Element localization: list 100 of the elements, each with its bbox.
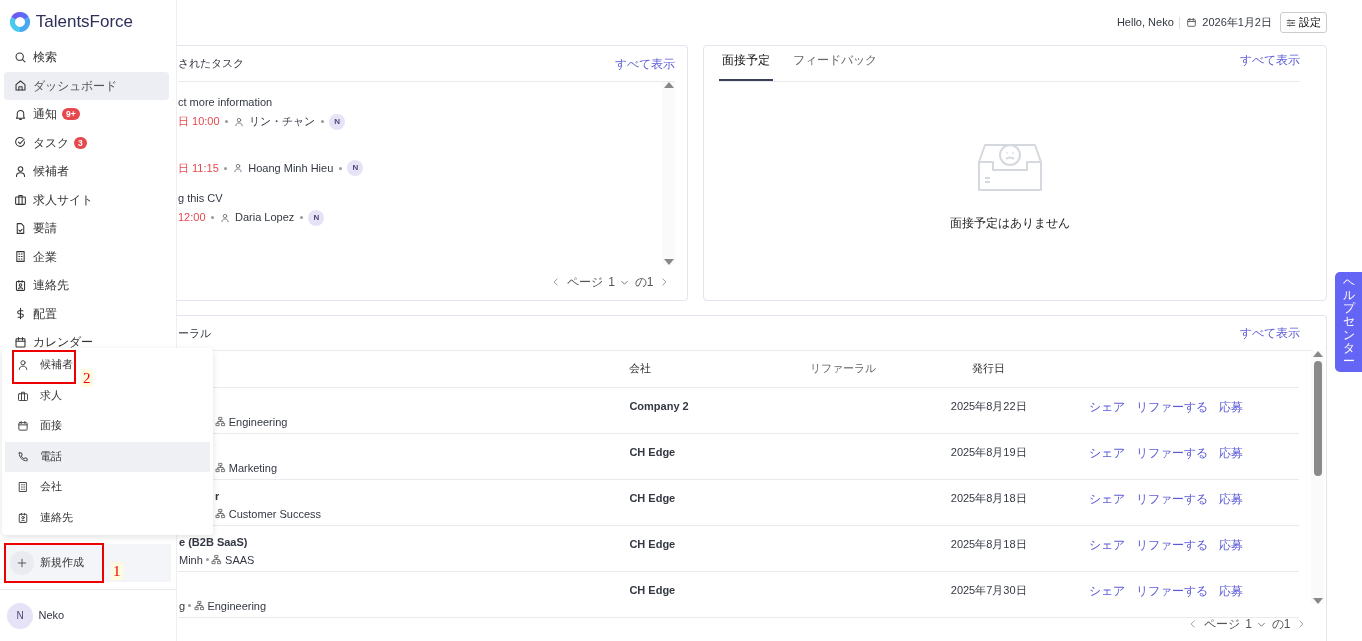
page-total: の1 (1271, 616, 1291, 633)
person-icon (14, 164, 27, 178)
issue-date: 2025年8月18日 (950, 537, 1027, 550)
empty-inbox-icon (976, 142, 1043, 192)
column-header: 会社 (628, 351, 809, 387)
action-link[interactable]: シェア (1088, 397, 1125, 416)
owner-name: Minh (179, 552, 203, 568)
house-icon (14, 79, 27, 93)
page-select[interactable]: 1 (1245, 615, 1252, 633)
task-title[interactable]: g this CV (178, 190, 662, 207)
check-circle-icon (14, 136, 27, 150)
separator-dot (338, 166, 342, 170)
job-title[interactable]: e (B2B SaaS) (179, 535, 628, 549)
action-link[interactable]: リファーする (1135, 489, 1208, 508)
action-link[interactable]: リファーする (1135, 443, 1208, 462)
job-title[interactable]: r (215, 489, 628, 503)
calendar-icon (1185, 17, 1197, 28)
next-page-icon[interactable] (659, 277, 669, 287)
contact-card-icon (14, 278, 27, 292)
next-page-icon[interactable] (1296, 619, 1306, 629)
calendar-icon (17, 420, 29, 433)
sidebar-item[interactable]: 求人サイト (4, 185, 169, 214)
tab[interactable]: フィードバック (789, 45, 880, 81)
department-text: Engineering (228, 414, 288, 430)
phone-icon (17, 450, 29, 463)
task-title[interactable]: ct more information (178, 94, 662, 111)
action-link[interactable]: 応募 (1218, 489, 1243, 508)
page-select[interactable]: 1 (608, 273, 615, 291)
separator-dot (225, 120, 229, 123)
issue-date: 2025年8月19日 (950, 445, 1027, 458)
search-icon (14, 50, 27, 64)
sidebar-item[interactable]: 企業 (4, 242, 169, 271)
person-icon (17, 359, 29, 372)
view-all-link[interactable]: すべて表示 (1240, 324, 1300, 342)
person-icon (233, 116, 244, 127)
settings-icon (1286, 17, 1297, 28)
owner-avatar: N (347, 160, 364, 176)
date-text: 2026年1月2日 (1202, 15, 1272, 31)
person-icon (219, 212, 230, 223)
action-link[interactable]: シェア (1088, 489, 1125, 508)
company-name: CH Edge (629, 583, 676, 596)
sidebar-item[interactable]: 候補者 (4, 157, 169, 186)
scrollbar[interactable] (662, 82, 675, 265)
help-center-tab[interactable]: ヘルプセンター (1335, 272, 1362, 372)
briefcase-icon (14, 193, 27, 207)
action-link[interactable]: 応募 (1218, 443, 1243, 462)
user-avatar[interactable]: N (7, 602, 33, 629)
sidebar-item[interactable]: 配置 (4, 299, 169, 328)
column-header: 発行日 (928, 351, 1049, 387)
sidebar-item[interactable]: タスク 3 (4, 128, 169, 157)
user-name: Neko (38, 608, 65, 624)
assignee-name: Daria Lopez (235, 210, 295, 226)
owner-avatar: N (308, 209, 325, 226)
page-label: ページ (1203, 616, 1240, 633)
empty-state-text: 面接予定はありません (949, 215, 1070, 232)
annotation-box (12, 350, 76, 384)
issue-date: 2025年8月22日 (950, 399, 1027, 412)
calendar-icon (14, 335, 27, 349)
company-name: CH Edge (629, 491, 676, 504)
scrollbar[interactable] (1311, 351, 1324, 604)
sidebar-item[interactable]: 要請 (4, 214, 169, 243)
action-link[interactable]: 応募 (1218, 535, 1243, 554)
sidebar-item[interactable]: ダッシュボード (4, 71, 169, 100)
card-title: ーラル (178, 325, 211, 341)
separator-dot (187, 604, 191, 608)
plus-icon (16, 557, 28, 569)
org-chart-icon (215, 416, 226, 428)
view-all-link[interactable]: すべて表示 (615, 54, 675, 73)
menu-item[interactable]: 電話 (5, 441, 210, 472)
action-link[interactable]: シェア (1088, 535, 1125, 554)
company-name: Company 2 (629, 399, 689, 412)
annotation-number: 2 (81, 369, 93, 387)
settings-button[interactable]: 設定 (1280, 12, 1327, 33)
action-link[interactable]: リファーする (1135, 581, 1208, 600)
org-chart-icon (215, 508, 226, 520)
action-link[interactable]: シェア (1088, 581, 1125, 600)
sidebar-item[interactable]: 通知 9+ (4, 100, 169, 129)
separator-dot (299, 216, 303, 219)
issue-date: 2025年8月18日 (950, 491, 1027, 504)
assignee-name: Hoang Minh Hieu (248, 160, 334, 176)
issue-date: 2025年7月30日 (950, 583, 1027, 596)
action-link[interactable]: リファーする (1135, 535, 1208, 554)
count-badge: 3 (74, 136, 87, 149)
separator-dot (205, 558, 209, 562)
tab[interactable]: 面接予定 (719, 45, 773, 81)
action-link[interactable]: 応募 (1218, 581, 1243, 600)
sidebar-item[interactable]: 検索 (4, 43, 169, 72)
count-badge: 9+ (62, 108, 80, 121)
view-all-link[interactable]: すべて表示 (1240, 51, 1300, 69)
separator-dot (320, 120, 324, 123)
logo-text: TalentsForce (35, 10, 134, 33)
building-icon (14, 250, 27, 264)
sidebar-item[interactable]: 連絡先 (4, 271, 169, 300)
due-time: 日 11:15 (178, 160, 219, 176)
action-link[interactable]: シェア (1088, 443, 1125, 462)
column-header: リファーラル (808, 351, 929, 387)
action-link[interactable]: 応募 (1218, 397, 1243, 416)
action-link[interactable]: リファーする (1135, 397, 1208, 416)
department-text: Engineering (207, 598, 267, 614)
owner-name: g (179, 598, 186, 614)
